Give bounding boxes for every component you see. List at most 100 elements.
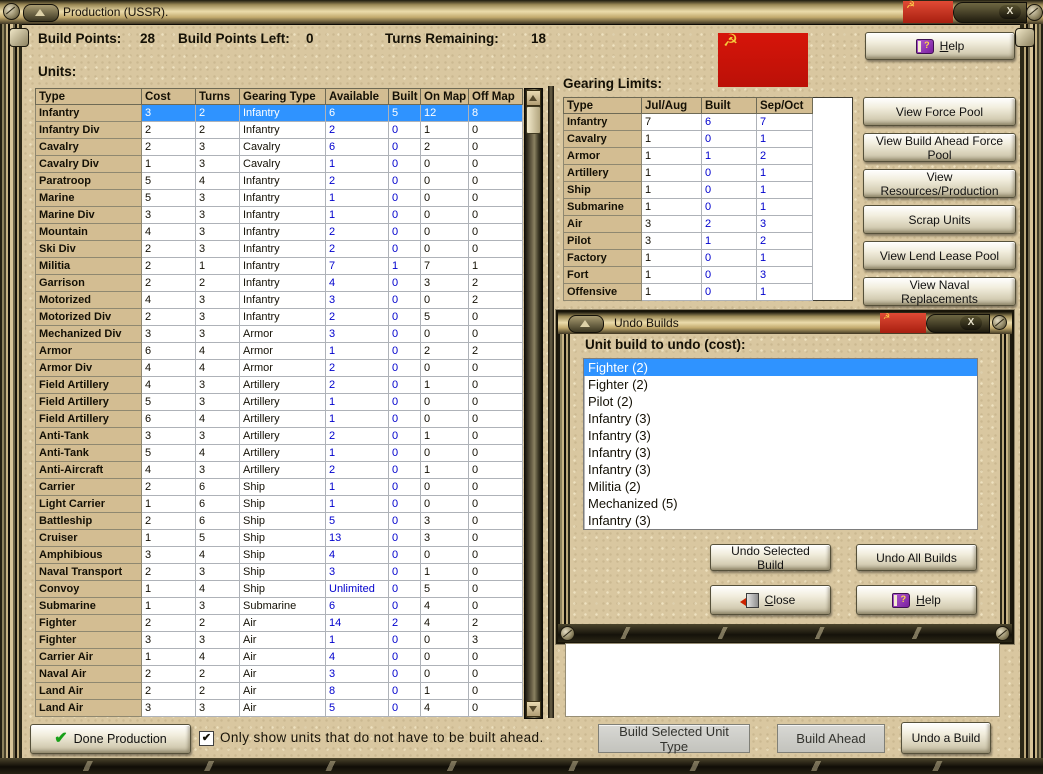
dialog-titlebar-flag: ☭: [880, 312, 926, 333]
unit-available-cell: 1: [325, 206, 389, 224]
unit-row[interactable]: Marine Div 3 3 Infantry 1 0 0 0: [35, 206, 523, 224]
unit-row[interactable]: Anti-Aircraft 4 3 Artillery 2 0 1 0: [35, 461, 523, 479]
unit-row[interactable]: Field Artillery 4 3 Artillery 2 0 1 0: [35, 376, 523, 394]
unit-row[interactable]: Naval Air 2 2 Air 3 0 0 0: [35, 665, 523, 683]
unit-on-map-cell: 0: [420, 410, 469, 428]
unit-cost-cell: 5: [141, 189, 196, 207]
units-scrollbar[interactable]: [524, 88, 543, 719]
window-close-button[interactable]: X: [999, 5, 1021, 19]
dialog-close-button[interactable]: X: [960, 316, 982, 330]
view-build-ahead-force-pool-button[interactable]: View Build Ahead Force Pool: [863, 133, 1016, 162]
unit-available-cell: 4: [325, 648, 389, 666]
undo-all-builds-button[interactable]: Undo All Builds: [856, 544, 977, 571]
unit-row[interactable]: Convoy 1 4 Ship Unlimited 0 5 0: [35, 580, 523, 598]
view-force-pool-button[interactable]: View Force Pool: [863, 97, 1016, 126]
unit-row[interactable]: Anti-Tank 5 4 Artillery 1 0 0 0: [35, 444, 523, 462]
view-lend-lease-pool-button[interactable]: View Lend Lease Pool: [863, 241, 1016, 270]
view-resources-production-button[interactable]: View Resources/Production: [863, 169, 1016, 198]
unit-type-cell: Armor: [35, 342, 142, 360]
unit-row[interactable]: Paratroop 5 4 Infantry 2 0 0 0: [35, 172, 523, 190]
unit-row[interactable]: Infantry Div 2 2 Infantry 2 0 1 0: [35, 121, 523, 139]
scrollbar-thumb[interactable]: [526, 106, 541, 134]
unit-row[interactable]: Carrier Air 1 4 Air 4 0 0 0: [35, 648, 523, 666]
dialog-collapse-button[interactable]: [568, 315, 604, 333]
done-production-button[interactable]: ✔ Done Production: [30, 724, 191, 754]
view-naval-replacements-button[interactable]: View Naval Replacements: [863, 277, 1016, 306]
unit-row[interactable]: Marine 5 3 Infantry 1 0 0 0: [35, 189, 523, 207]
help-button[interactable]: Help: [865, 32, 1015, 60]
list-item[interactable]: Infantry (3): [584, 461, 977, 478]
list-item[interactable]: Fighter (2): [584, 376, 977, 393]
scrap-units-button[interactable]: Scrap Units: [863, 205, 1016, 234]
unit-type-cell: Ski Div: [35, 240, 142, 258]
unit-row[interactable]: Armor Div 4 4 Armor 2 0 0 0: [35, 359, 523, 377]
list-item[interactable]: Infantry (3): [584, 512, 977, 529]
undo-selected-build-button[interactable]: Undo Selected Build: [710, 544, 831, 572]
unit-cost-cell: 4: [141, 291, 196, 309]
dialog-help-button[interactable]: Help: [856, 585, 977, 615]
unit-turns-cell: 4: [195, 580, 240, 598]
unit-gearing-cell: Ship: [239, 495, 326, 513]
scroll-down-icon[interactable]: [526, 701, 541, 717]
unit-row[interactable]: Armor 6 4 Armor 1 0 2 2: [35, 342, 523, 360]
unit-row[interactable]: Naval Transport 2 3 Ship 3 0 1 0: [35, 563, 523, 581]
unit-turns-cell: 4: [195, 359, 240, 377]
unit-turns-cell: 3: [195, 189, 240, 207]
unit-row[interactable]: Amphibious 3 4 Ship 4 0 0 0: [35, 546, 523, 564]
unit-row[interactable]: Cruiser 1 5 Ship 13 0 3 0: [35, 529, 523, 547]
unit-on-map-cell: 0: [420, 223, 469, 241]
unit-row[interactable]: Garrison 2 2 Infantry 4 0 3 2: [35, 274, 523, 292]
window-collapse-button[interactable]: [23, 4, 59, 22]
gearing-type-cell: Cavalry: [563, 130, 642, 148]
unit-row[interactable]: Battleship 2 6 Ship 5 0 3 0: [35, 512, 523, 530]
unit-row[interactable]: Ski Div 2 3 Infantry 2 0 0 0: [35, 240, 523, 258]
unit-turns-cell: 3: [195, 597, 240, 615]
unit-row[interactable]: Light Carrier 1 6 Ship 1 0 0 0: [35, 495, 523, 513]
scroll-up-icon[interactable]: [526, 90, 541, 106]
list-item[interactable]: Mechanized (5): [584, 495, 977, 512]
hammer-sickle-icon: ☭: [906, 0, 915, 11]
unit-type-cell: Naval Air: [35, 665, 142, 683]
unit-row[interactable]: Carrier 2 6 Ship 1 0 0 0: [35, 478, 523, 496]
undo-a-build-button[interactable]: Undo a Build: [901, 722, 991, 754]
unit-row[interactable]: Mechanized Div 3 3 Armor 3 0 0 0: [35, 325, 523, 343]
unit-turns-cell: 2: [195, 682, 240, 700]
list-item[interactable]: Militia (2): [584, 478, 977, 495]
list-item[interactable]: Infantry (3): [584, 444, 977, 461]
unit-row[interactable]: Land Air 3 3 Air 5 0 4 0: [35, 699, 523, 717]
list-item[interactable]: Infantry (3): [584, 427, 977, 444]
unit-cost-cell: 2: [141, 478, 196, 496]
close-button[interactable]: Close: [710, 585, 831, 615]
unit-row[interactable]: Motorized Div 2 3 Infantry 2 0 5 0: [35, 308, 523, 326]
unit-row[interactable]: Fighter 3 3 Air 1 0 0 3: [35, 631, 523, 649]
unit-available-cell: 2: [325, 172, 389, 190]
unit-row[interactable]: Cavalry 2 3 Cavalry 6 0 2 0: [35, 138, 523, 156]
unit-row[interactable]: Land Air 2 2 Air 8 0 1 0: [35, 682, 523, 700]
unit-off-map-cell: 0: [468, 648, 523, 666]
unit-row[interactable]: Field Artillery 6 4 Artillery 1 0 0 0: [35, 410, 523, 428]
undo-builds-listbox[interactable]: Fighter (2) Fighter (2) Pilot (2) Infantry …: [583, 358, 978, 530]
unit-on-map-cell: 0: [420, 648, 469, 666]
unit-row[interactable]: Anti-Tank 3 3 Artillery 2 0 1 0: [35, 427, 523, 445]
unit-row[interactable]: Mountain 4 3 Infantry 2 0 0 0: [35, 223, 523, 241]
unit-available-cell: 2: [325, 121, 389, 139]
unit-row[interactable]: Field Artillery 5 3 Artillery 1 0 0 0: [35, 393, 523, 411]
unit-row[interactable]: Motorized 4 3 Infantry 3 0 0 2: [35, 291, 523, 309]
unit-built-cell: 0: [388, 444, 421, 462]
unit-row[interactable]: Fighter 2 2 Air 14 2 4 2: [35, 614, 523, 632]
unit-built-cell: 0: [388, 291, 421, 309]
build-selected-unit-type-button[interactable]: Build Selected Unit Type: [598, 724, 750, 754]
list-item[interactable]: Infantry (3): [584, 410, 977, 427]
screw-icon: [992, 315, 1007, 330]
unit-row[interactable]: Infantry 3 2 Infantry 6 5 12 8: [35, 104, 523, 122]
unit-row[interactable]: Submarine 1 3 Submarine 6 0 4 0: [35, 597, 523, 615]
list-item[interactable]: Pilot (2): [584, 393, 977, 410]
list-item[interactable]: Fighter (2): [584, 359, 977, 376]
unit-row[interactable]: Cavalry Div 1 3 Cavalry 1 0 0 0: [35, 155, 523, 173]
gearing-julaug-cell: 1: [641, 198, 702, 216]
unit-row[interactable]: Militia 2 1 Infantry 7 1 7 1: [35, 257, 523, 275]
build-ahead-button[interactable]: Build Ahead: [777, 724, 885, 753]
unit-off-map-cell: 3: [468, 631, 523, 649]
unit-type-cell: Marine: [35, 189, 142, 207]
built-ahead-checkbox[interactable]: ✔: [199, 731, 214, 746]
